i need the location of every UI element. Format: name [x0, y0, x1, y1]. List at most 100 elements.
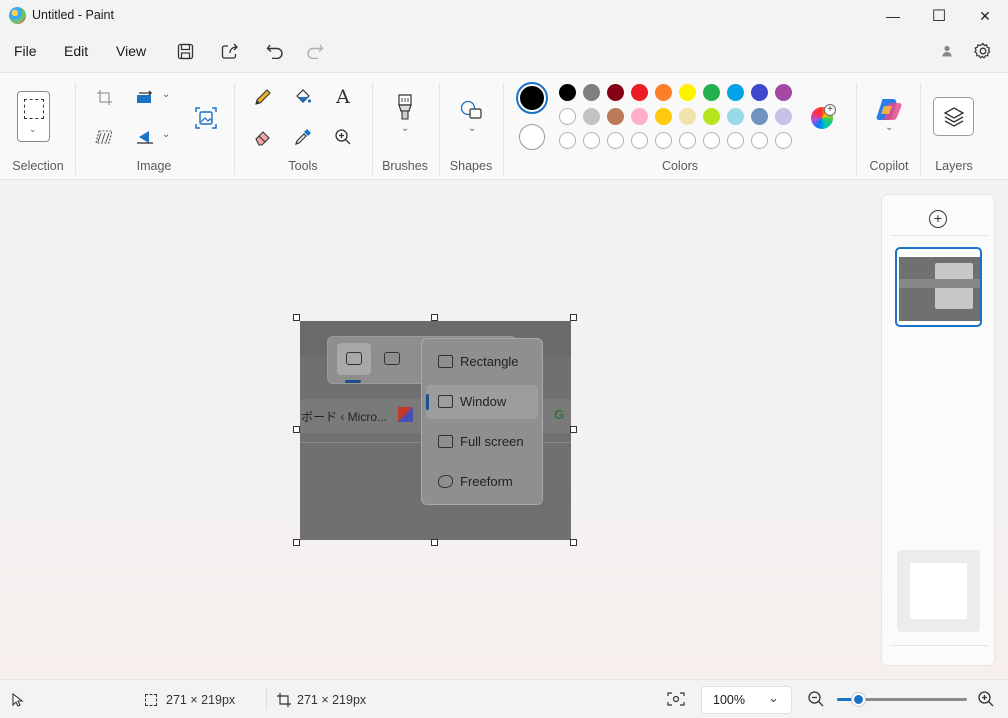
skew-button[interactable] — [92, 125, 116, 149]
color-swatch[interactable] — [727, 108, 744, 125]
image-video-icon — [384, 352, 400, 365]
minimize-button[interactable]: — — [870, 0, 916, 32]
settings-button[interactable] — [972, 40, 994, 62]
color-picker-button[interactable] — [291, 125, 315, 149]
color-swatch[interactable] — [655, 84, 672, 101]
resize-handle-bottom[interactable] — [431, 539, 438, 546]
fill-button[interactable] — [291, 85, 315, 109]
account-button[interactable] — [936, 40, 958, 62]
resize-dropdown-chevron-icon[interactable]: ⌄ — [162, 89, 170, 100]
background-layer-thumbnail[interactable] — [897, 550, 980, 632]
image-select-icon — [195, 107, 217, 129]
resize-handle-bottom-right[interactable] — [570, 539, 577, 546]
status-bar: 271 × 219px 271 × 219px 100% ⌄ — [0, 679, 1008, 718]
resize-handle-right[interactable] — [570, 426, 577, 433]
color-swatch[interactable] — [703, 108, 720, 125]
color-swatch[interactable] — [679, 108, 696, 125]
pencil-button[interactable] — [251, 85, 275, 109]
ribbon-divider — [503, 83, 504, 175]
image-menu-icon — [438, 355, 453, 368]
shapes-button[interactable]: ⌄ — [459, 99, 485, 139]
brushes-button[interactable]: ⌄ — [393, 93, 417, 139]
eraser-icon — [255, 131, 270, 146]
maximize-button[interactable]: ☐ — [916, 0, 962, 32]
color-swatch[interactable] — [655, 108, 672, 125]
resize-handle-left[interactable] — [293, 426, 300, 433]
primary-color-button[interactable] — [516, 82, 548, 114]
crop-button[interactable] — [92, 85, 116, 109]
color-swatch[interactable] — [583, 108, 600, 125]
paint-bucket-icon — [296, 89, 312, 103]
copilot-button[interactable]: ⌄ — [875, 97, 903, 137]
canvas-image[interactable]: ボード ‹ Micro... G Rectangle Window Full s… — [300, 321, 571, 540]
custom-color-slot[interactable] — [727, 132, 744, 149]
custom-color-slot[interactable] — [607, 132, 624, 149]
magnifier-button[interactable] — [331, 125, 355, 149]
menu-view[interactable]: View — [116, 43, 146, 59]
layer-preview-strip — [899, 279, 980, 288]
fit-to-window-button[interactable] — [667, 691, 685, 707]
eraser-button[interactable] — [251, 125, 275, 149]
image-menu-item: Full screen — [460, 434, 524, 449]
ribbon-divider — [372, 83, 373, 175]
zoom-slider[interactable] — [837, 693, 967, 706]
minimize-icon: — — [886, 8, 900, 24]
close-button[interactable]: ✕ — [962, 0, 1008, 32]
group-label-selection: Selection — [12, 159, 64, 173]
share-button[interactable] — [219, 40, 241, 62]
resize-handle-top-left[interactable] — [293, 314, 300, 321]
layers-button[interactable] — [933, 97, 974, 136]
custom-color-slot[interactable] — [703, 132, 720, 149]
custom-color-slot[interactable] — [655, 132, 672, 149]
layer-thumbnail-selected[interactable] — [895, 247, 982, 327]
zoom-in-button[interactable] — [977, 690, 995, 708]
menu-edit[interactable]: Edit — [64, 43, 88, 59]
resize-handle-top[interactable] — [431, 314, 438, 321]
flip-button[interactable] — [133, 125, 157, 149]
flip-dropdown-chevron-icon[interactable]: ⌄ — [162, 129, 170, 140]
custom-color-slot[interactable] — [631, 132, 648, 149]
color-swatch[interactable] — [679, 84, 696, 101]
color-swatch[interactable] — [607, 84, 624, 101]
resize-handle-bottom-left[interactable] — [293, 539, 300, 546]
edit-colors-button[interactable]: + — [810, 104, 836, 130]
image-tab-underline — [345, 380, 361, 383]
custom-color-slot[interactable] — [559, 132, 576, 149]
zoom-level-value: 100% — [713, 693, 745, 707]
color-swatch[interactable] — [703, 84, 720, 101]
group-label-layers: Layers — [935, 159, 973, 173]
add-layer-button[interactable]: + — [929, 210, 947, 228]
selection-tool-button[interactable]: ⌄ — [17, 91, 50, 142]
zoom-out-button[interactable] — [807, 690, 825, 708]
color-swatch[interactable] — [727, 84, 744, 101]
color-swatch[interactable] — [775, 108, 792, 125]
resize-handle-top-right[interactable] — [570, 314, 577, 321]
color-swatch[interactable] — [583, 84, 600, 101]
share-icon — [221, 43, 238, 59]
menu-file[interactable]: File — [14, 43, 37, 59]
color-swatch[interactable] — [775, 84, 792, 101]
color-swatch[interactable] — [751, 108, 768, 125]
cursor-icon — [12, 693, 24, 707]
color-swatch[interactable] — [559, 108, 576, 125]
secondary-color-button[interactable] — [519, 124, 545, 150]
zoom-slider-thumb[interactable] — [852, 693, 865, 706]
save-button[interactable] — [174, 40, 196, 62]
color-swatch[interactable] — [631, 84, 648, 101]
custom-color-slot[interactable] — [751, 132, 768, 149]
color-swatch[interactable] — [607, 108, 624, 125]
redo-button[interactable] — [304, 40, 326, 62]
color-swatch[interactable] — [559, 84, 576, 101]
image-tool-button[interactable] — [193, 105, 219, 131]
zoom-level-select[interactable]: 100% ⌄ — [701, 686, 792, 714]
undo-button[interactable] — [264, 40, 286, 62]
custom-color-slot[interactable] — [679, 132, 696, 149]
image-menu-item: Rectangle — [460, 354, 519, 369]
custom-color-slot[interactable] — [775, 132, 792, 149]
eyedropper-icon — [295, 129, 311, 145]
color-swatch[interactable] — [751, 84, 768, 101]
custom-color-slot[interactable] — [583, 132, 600, 149]
resize-button[interactable] — [133, 85, 157, 109]
color-swatch[interactable] — [631, 108, 648, 125]
text-button[interactable]: A — [331, 85, 355, 109]
